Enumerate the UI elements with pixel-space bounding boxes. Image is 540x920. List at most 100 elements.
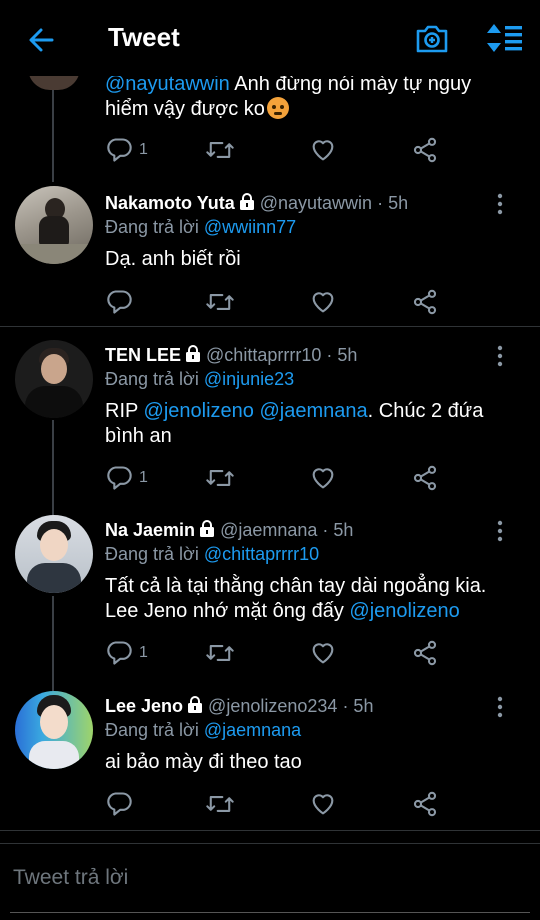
share-icon (413, 640, 437, 666)
mention-link[interactable]: @jaemnana (259, 400, 367, 422)
lock-icon (239, 193, 255, 216)
retweet-button[interactable] (205, 462, 235, 494)
mention-link[interactable]: @nayutawwin (105, 73, 230, 95)
tweet-time: · 5h (322, 520, 354, 540)
tweet[interactable]: Lee Jeno @jenolizeno234 · 5h Đang trả lờ… (0, 689, 540, 829)
reply-button[interactable]: 1 (105, 637, 148, 669)
retweet-icon (206, 645, 234, 661)
tweet-actions (105, 788, 445, 820)
tweet[interactable]: Nakamoto Yuta @nayutawwin · 5h Đang trả … (0, 186, 540, 326)
tweet-header: TEN LEE @chittaprrrr10 · 5h (105, 345, 357, 368)
replying-to: Đang trả lời @injunie23 (105, 369, 295, 389)
tweet-time: · 5h (326, 345, 358, 365)
share-button[interactable] (411, 286, 439, 318)
tweet-text: Dạ. anh biết rồi (105, 248, 241, 270)
reply-icon (107, 466, 132, 490)
tweet[interactable]: Na Jaemin @jaemnana · 5h Đang trả lời @c… (0, 513, 540, 683)
user-handle: @jaemnana (220, 520, 318, 540)
more-options-icon[interactable] (492, 695, 508, 719)
reply-count: 1 (139, 141, 148, 158)
heart-icon (312, 140, 334, 161)
mention-link[interactable]: @injunie23 (204, 369, 294, 389)
retweet-icon (206, 294, 234, 310)
more-options-icon[interactable] (492, 344, 508, 368)
heart-icon (312, 643, 334, 664)
back-arrow-icon (29, 28, 54, 52)
angry-face-icon (266, 97, 289, 119)
sort-replies-button[interactable] (484, 20, 524, 56)
heart-icon (312, 292, 334, 313)
share-button[interactable] (411, 788, 439, 820)
retweet-button[interactable] (205, 134, 235, 166)
avatar[interactable] (15, 691, 93, 769)
replying-to: Đang trả lời @wwiinn77 (105, 217, 297, 237)
like-button[interactable] (309, 788, 337, 820)
reply-icon (107, 641, 132, 665)
user-handle: @chittaprrrr10 (206, 345, 322, 365)
share-icon (413, 289, 437, 315)
share-button[interactable] (411, 462, 439, 494)
mention-link[interactable]: @wwiinn77 (204, 217, 296, 237)
retweet-button[interactable] (205, 637, 235, 669)
retweet-button[interactable] (205, 788, 235, 820)
replying-to: Đang trả lời @chittaprrrr10 (105, 544, 320, 564)
reply-button[interactable] (105, 286, 139, 318)
reply-icon (107, 792, 132, 816)
user-handle: @jenolizeno234 (208, 696, 338, 716)
display-name[interactable]: Na Jaemin (105, 520, 195, 540)
tweet-header: Na Jaemin @jaemnana · 5h (105, 520, 353, 543)
share-icon (413, 465, 437, 491)
divider (0, 326, 540, 327)
reply-input[interactable]: Tweet trả lời (13, 866, 128, 890)
mention-link[interactable]: @jenolizeno (144, 400, 254, 422)
input-underline (10, 912, 530, 913)
divider (0, 830, 540, 831)
tweet-feed: @nayutawwin Anh đừng nói mày tự nguy hiể… (0, 0, 540, 840)
share-button[interactable] (411, 134, 439, 166)
tweet-time: · 5h (342, 696, 374, 716)
share-button[interactable] (411, 637, 439, 669)
more-options-icon[interactable] (492, 192, 508, 216)
tweet-actions (105, 286, 445, 318)
like-button[interactable] (309, 134, 337, 166)
tweet-actions: 1 (105, 134, 445, 166)
reply-count: 1 (139, 644, 148, 661)
retweet-icon (206, 470, 234, 486)
reply-count: 1 (139, 469, 148, 486)
share-icon (413, 791, 437, 817)
avatar[interactable] (15, 186, 93, 264)
display-name[interactable]: Lee Jeno (105, 696, 183, 716)
like-button[interactable] (309, 637, 337, 669)
reply-button[interactable]: 1 (105, 134, 148, 166)
display-name[interactable]: Nakamoto Yuta (105, 193, 235, 213)
heart-icon (312, 468, 334, 489)
avatar[interactable] (15, 340, 93, 418)
replying-to: Đang trả lời @jaemnana (105, 720, 302, 740)
reply-button[interactable]: 1 (105, 462, 148, 494)
avatar[interactable] (15, 515, 93, 593)
tweet-text: RIP @jenolizeno @jaemnana. Chúc 2 đứa bì… (105, 400, 484, 447)
tweet-header: Nakamoto Yuta @nayutawwin · 5h (105, 193, 408, 216)
page-title: Tweet (108, 22, 180, 52)
sort-icon (487, 24, 522, 52)
retweet-button[interactable] (205, 286, 235, 318)
reply-composer[interactable]: Tweet trả lời (0, 843, 540, 920)
back-button[interactable] (24, 22, 60, 58)
tweet-actions: 1 (105, 637, 445, 669)
more-options-icon[interactable] (492, 519, 508, 543)
tweet[interactable]: TEN LEE @chittaprrrr10 · 5h Đang trả lời… (0, 338, 540, 508)
heart-icon (312, 794, 334, 815)
like-button[interactable] (309, 286, 337, 318)
reply-icon (107, 290, 132, 314)
mention-link[interactable]: @jaemnana (204, 720, 301, 740)
mention-link[interactable]: @chittaprrrr10 (204, 544, 319, 564)
lock-icon (187, 696, 203, 719)
display-name[interactable]: TEN LEE (105, 345, 181, 365)
reply-button[interactable] (105, 788, 139, 820)
mention-link[interactable]: @jenolizeno (349, 600, 459, 622)
tweet-text: @nayutawwin Anh đừng nói mày tự nguy hiể… (105, 73, 472, 120)
lock-icon (199, 520, 215, 543)
camera-add-icon (416, 25, 448, 53)
add-photo-button[interactable] (414, 20, 450, 56)
like-button[interactable] (309, 462, 337, 494)
